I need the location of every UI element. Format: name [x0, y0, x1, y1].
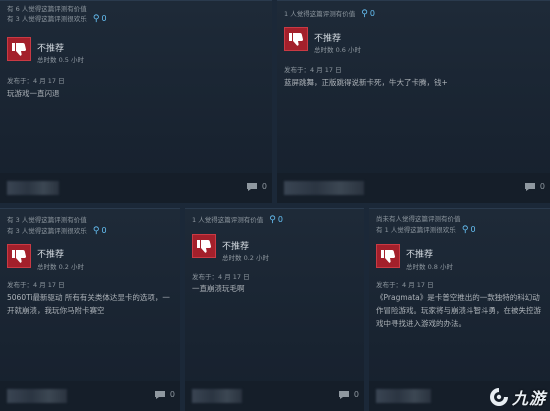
comment-count: 0: [353, 390, 359, 399]
playtime: 总时数 0.5 小时: [37, 56, 84, 64]
award-count: 0: [101, 226, 107, 235]
watermark: 九游: [488, 385, 546, 409]
comment-count: 0: [261, 182, 267, 191]
post-date: 发布于：4 月 17 日: [7, 77, 65, 85]
playtime: 总时数 0.2 小时: [37, 263, 84, 271]
award-icon[interactable]: ⚲: [462, 225, 469, 235]
review-footer: 0: [185, 381, 364, 411]
award-count: 0: [277, 215, 283, 224]
comment-count: 0: [169, 390, 175, 399]
review-card: 1 人觉得这篇评测有价值 ⚲ 0 不推荐 总时数 0.2 小时 发布于：4 月 1…: [185, 208, 364, 411]
avatar[interactable]: [284, 181, 364, 195]
award-count: 0: [369, 9, 375, 18]
verdict-label: 不推荐: [222, 242, 250, 252]
funny-count: 有 1 人觉得这篇评测很欢乐: [376, 226, 456, 234]
avatar[interactable]: [192, 389, 242, 403]
comment-icon[interactable]: [338, 390, 350, 400]
review-text: 玩游戏一直闪退: [7, 89, 60, 98]
award-icon[interactable]: ⚲: [93, 14, 100, 24]
funny-count: 有 3 人觉得这篇评测很欢乐: [7, 15, 87, 23]
review-text: 蓝屏跳舞，正版跳得说新卡死，牛大了卡腾，钱+: [284, 78, 448, 87]
verdict-label: 不推荐: [406, 250, 434, 260]
thumbs-down-icon: [192, 234, 216, 258]
avatar[interactable]: [7, 389, 67, 403]
review-footer: 0: [0, 381, 180, 411]
thumbs-down-icon: [376, 244, 400, 268]
post-date: 发布于：4 月 17 日: [376, 281, 434, 289]
helpful-count: 尚未有人觉得这篇评测有价值: [376, 215, 461, 223]
verdict-label: 不推荐: [37, 250, 65, 260]
helpful-count: 有 6 人觉得这篇评测有价值: [7, 5, 87, 13]
verdict-label: 不推荐: [314, 34, 342, 44]
verdict-label: 不推荐: [37, 44, 65, 54]
helpful-count: 1 人觉得这篇评测有价值: [192, 216, 264, 224]
review-text: 5060Ti最新驱动 所有有关类体达显卡的选项，一开就崩溃，我玩你马附卡赛空: [7, 293, 170, 315]
post-date: 发布于：4 月 17 日: [284, 66, 342, 74]
watermark-text: 九游: [511, 389, 546, 408]
jiuyou-logo-icon: [489, 388, 508, 406]
thumbs-down-icon: [284, 27, 308, 51]
thumbs-down-icon: [7, 244, 31, 268]
review-text: 《Pragmata》是卡普空推出的一款独特的科幻动作冒险游戏。玩家将与崩溃斗智斗…: [376, 293, 541, 328]
review-card: 有 6 人觉得这篇评测有价值 有 3 人觉得这篇评测很欢乐 ⚲ 0 不推荐 总时数…: [0, 0, 272, 203]
post-date: 发布于：4 月 17 日: [7, 281, 65, 289]
review-card: 尚未有人觉得这篇评测有价值 有 1 人觉得这篇评测很欢乐 ⚲ 0 不推荐 总时数 …: [369, 208, 550, 411]
helpful-count: 有 3 人觉得这篇评测有价值: [7, 216, 87, 224]
post-date: 发布于：4 月 17 日: [192, 273, 250, 281]
award-count: 0: [101, 14, 107, 23]
review-text: 一直崩溃玩毛啊: [192, 284, 245, 293]
review-card: 有 3 人觉得这篇评测有价值 有 3 人觉得这篇评测很欢乐 ⚲ 0 不推荐 总时数…: [0, 208, 180, 411]
award-icon[interactable]: ⚲: [93, 226, 100, 236]
thumbs-down-icon: [7, 37, 31, 61]
comment-count: 0: [539, 182, 545, 191]
avatar[interactable]: [376, 389, 431, 403]
review-footer: 九游: [369, 381, 550, 411]
award-count: 0: [470, 225, 476, 234]
playtime: 总时数 0.6 小时: [314, 46, 361, 54]
playtime: 总时数 0.2 小时: [222, 254, 269, 262]
avatar[interactable]: [7, 181, 59, 195]
comment-icon[interactable]: [524, 182, 536, 192]
review-card: 1 人觉得这篇评测有价值 ⚲ 0 不推荐 总时数 0.6 小时 发布于：4 月 1…: [277, 0, 550, 203]
award-icon[interactable]: ⚲: [269, 215, 276, 225]
review-footer: 0: [277, 173, 550, 203]
playtime: 总时数 0.8 小时: [406, 263, 453, 271]
comment-icon[interactable]: [154, 390, 166, 400]
award-icon[interactable]: ⚲: [361, 9, 368, 19]
review-footer: 0: [0, 173, 272, 203]
helpful-count: 1 人觉得这篇评测有价值: [284, 10, 356, 18]
funny-count: 有 3 人觉得这篇评测很欢乐: [7, 227, 87, 235]
comment-icon[interactable]: [246, 182, 258, 192]
